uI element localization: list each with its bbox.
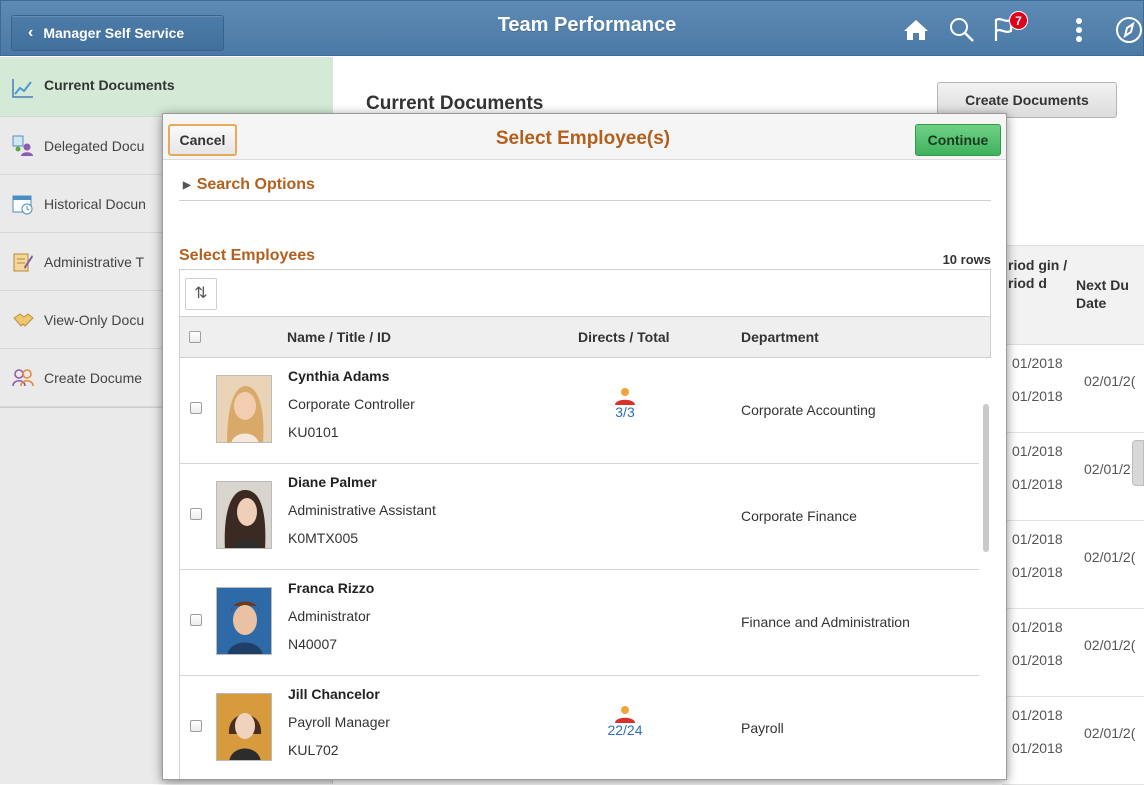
line-chart-icon [12, 77, 34, 99]
content-title: Current Documents [366, 93, 544, 114]
sidebar-item-label: Create Docume [44, 369, 143, 386]
section-title: Select Employees [179, 247, 316, 264]
employee-department: Finance and Administration [741, 614, 910, 630]
sidebar-item-label: Delegated Docu [44, 137, 145, 154]
employee-title: Administrator [288, 608, 371, 624]
modal-header: Cancel Select Employee(s) Continue [163, 114, 1006, 160]
team-icon [615, 706, 635, 723]
employee-photo [216, 375, 272, 443]
employee-name: Cynthia Adams [288, 368, 390, 384]
row-checkbox[interactable] [190, 508, 202, 520]
sort-arrows-icon: ⇅ [194, 285, 208, 302]
sidebar-item-label: Current Documents [44, 77, 175, 93]
back-button-label: Manager Self Service [43, 25, 185, 41]
sidebar-item-label: View-Only Docu [44, 311, 145, 328]
modal-title: Select Employee(s) [495, 128, 671, 149]
search-options-label: Search Options [196, 176, 315, 193]
notepad-icon [12, 251, 34, 273]
grid-toolbar: ⇅ [179, 269, 991, 317]
notification-badge: 7 [1009, 11, 1028, 30]
next-due-date-column-header: Next Du Date [1076, 277, 1129, 311]
employee-name: Diane Palmer [288, 474, 377, 490]
employee-title: Corporate Controller [288, 396, 415, 412]
cancel-button[interactable]: Cancel [168, 124, 237, 156]
calendar-clock-icon [12, 193, 34, 215]
employee-photo [216, 481, 272, 549]
side-panel-tab[interactable] [1132, 440, 1144, 486]
employee-photo [216, 693, 272, 761]
directs-count[interactable]: 3/3 [600, 404, 650, 420]
directs-column-header[interactable]: Directs / Total [578, 329, 670, 345]
grid-scrollbar[interactable] [983, 404, 989, 552]
table-row[interactable]: Cynthia Adams Corporate Controller KU010… [179, 358, 979, 464]
divider [179, 200, 991, 201]
department-column-header[interactable]: Department [741, 329, 819, 345]
directs-count[interactable]: 22/24 [600, 722, 650, 738]
employee-id: K0MTX005 [288, 530, 359, 546]
employee-title: Administrative Assistant [288, 502, 436, 518]
table-row: 01/2018 01/2018 02/01/2( [1002, 345, 1144, 433]
sidebar-item-current-documents[interactable]: Current Documents [0, 57, 333, 117]
notification-flag-icon[interactable]: 7 [993, 11, 1029, 45]
employee-photo [216, 587, 272, 655]
table-row[interactable]: Diane Palmer Administrative Assistant K0… [179, 464, 979, 570]
table-row: 01/2018 01/2018 02/01/2( [1002, 609, 1144, 697]
chevron-left-icon: ‹ [28, 24, 34, 41]
table-row: 01/2018 01/2018 02/01/2( [1002, 521, 1144, 609]
employee-id: N40007 [288, 636, 338, 652]
employee-name: Franca Rizzo [288, 580, 375, 596]
handshake-icon [12, 309, 34, 331]
table-row[interactable]: Franca Rizzo Administrator N40007 Financ… [179, 570, 979, 676]
rows-count: 10 rows [942, 252, 991, 267]
sidebar-item-label: Administrative T [44, 253, 145, 270]
employee-id: KU0101 [288, 424, 339, 440]
actions-menu-icon[interactable] [1071, 15, 1087, 45]
employee-grid-body: Cynthia Adams Corporate Controller KU010… [179, 358, 979, 779]
row-checkbox[interactable] [190, 614, 202, 626]
page-title: Team Performance [497, 14, 677, 36]
team-icon [615, 388, 635, 405]
sort-button[interactable]: ⇅ [185, 278, 217, 310]
sidebar-item-label: Historical Docun [44, 195, 146, 212]
select-employee-modal: Cancel Select Employee(s) Continue ▶ Sea… [162, 113, 1007, 780]
search-icon[interactable] [947, 15, 977, 45]
employee-title: Payroll Manager [288, 714, 390, 730]
period-column-header: riod gin / riod d [1008, 257, 1068, 291]
continue-button[interactable]: Continue [915, 124, 1001, 156]
home-icon[interactable] [901, 15, 931, 45]
delegated-users-icon [12, 135, 34, 157]
employee-department: Corporate Accounting [741, 402, 876, 418]
row-checkbox[interactable] [190, 402, 202, 414]
table-row: 01/2018 01/2018 02/01/2( [1002, 697, 1144, 785]
select-all-checkbox[interactable] [189, 331, 201, 343]
employee-department: Payroll [741, 720, 784, 736]
row-checkbox[interactable] [190, 720, 202, 732]
employee-id: KUL702 [288, 742, 339, 758]
back-button[interactable]: ‹ Manager Self Service [11, 15, 224, 51]
employee-department: Corporate Finance [741, 508, 857, 524]
navbar-compass-icon[interactable] [1113, 15, 1144, 45]
search-options-toggle[interactable]: ▶ Search Options [183, 176, 315, 194]
triangle-right-icon: ▶ [183, 179, 191, 191]
table-row[interactable]: Jill Chancelor Payroll Manager KUL702 22… [179, 676, 979, 779]
documents-grid-header: riod gin / riod d Next Du Date [1002, 245, 1144, 345]
people-icon [12, 367, 34, 389]
top-banner: ‹ Manager Self Service Team Performance … [0, 0, 1144, 56]
directs-link[interactable]: 22/24 [600, 704, 650, 738]
employee-name: Jill Chancelor [288, 686, 380, 702]
name-column-header[interactable]: Name / Title / ID [287, 329, 391, 345]
grid-header: Name / Title / ID Directs / Total Depart… [179, 317, 991, 358]
table-row: 01/2018 01/2018 02/01/2 [1002, 433, 1144, 521]
directs-link[interactable]: 3/3 [600, 386, 650, 420]
